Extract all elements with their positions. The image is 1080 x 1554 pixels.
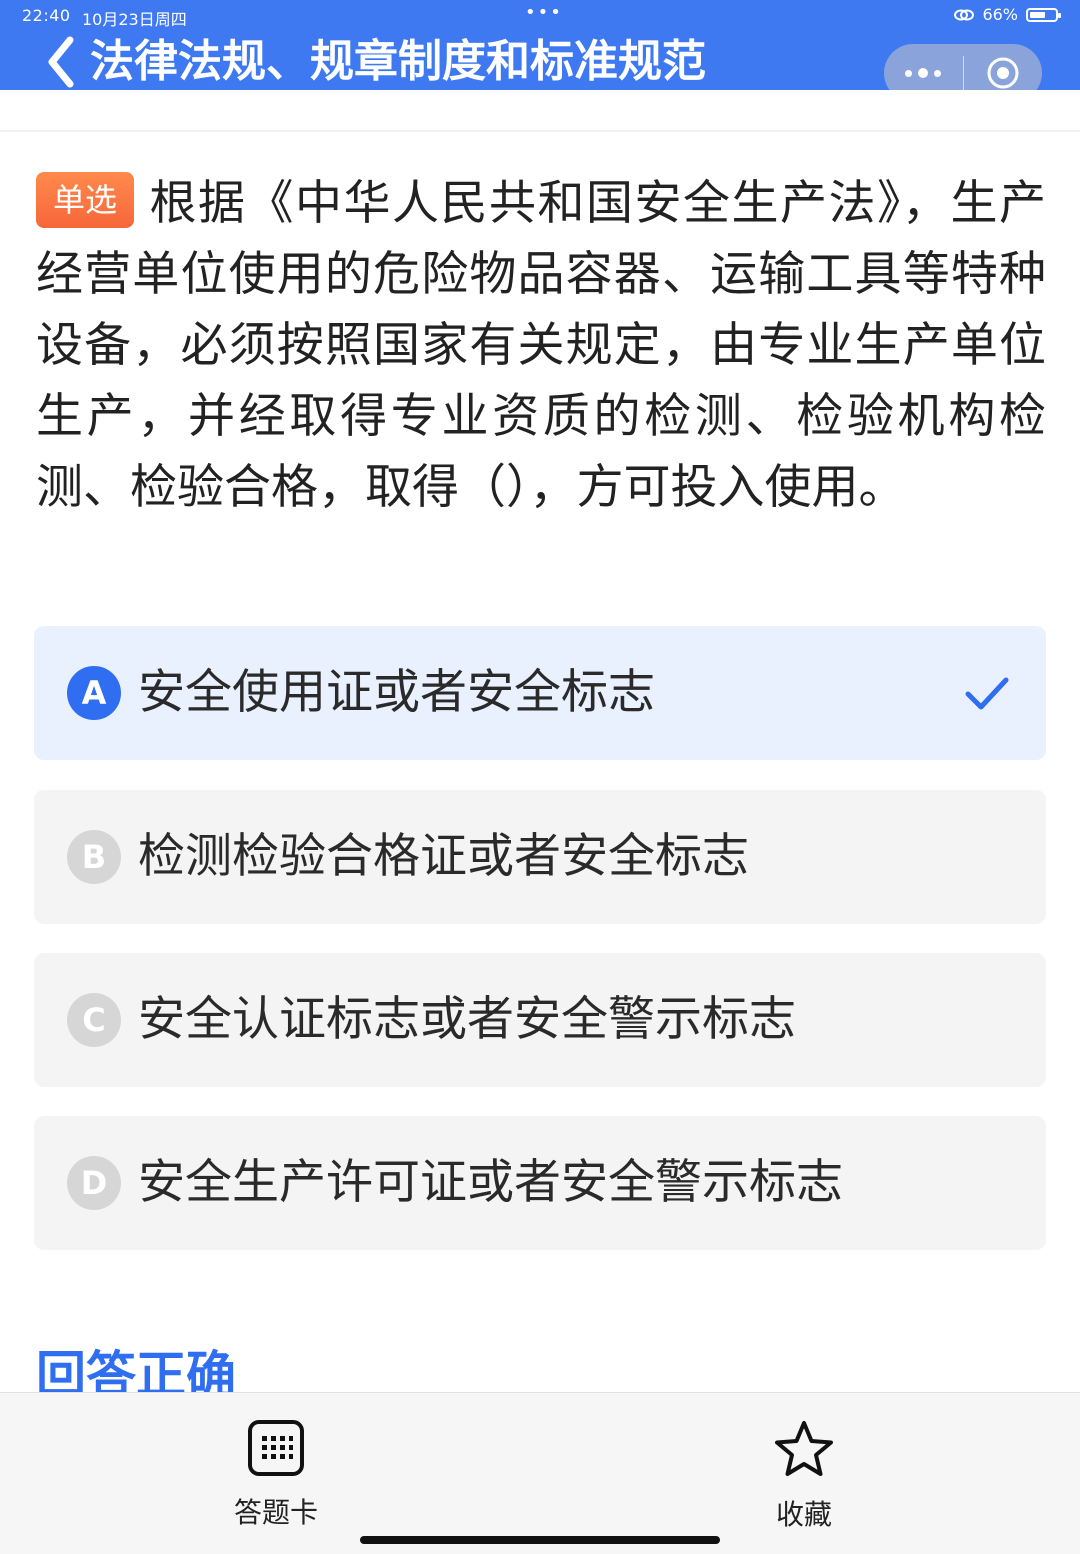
link-icon bbox=[954, 9, 975, 20]
option-letter: D bbox=[67, 1156, 121, 1210]
battery-icon bbox=[1026, 7, 1061, 22]
option-letter: C bbox=[67, 993, 121, 1047]
question-type-badge: 单选 bbox=[36, 172, 135, 228]
header-shadow-strip bbox=[0, 90, 1080, 132]
option-letter: A bbox=[67, 666, 121, 720]
question-text: 根据《中华人民共和国安全生产法》，生产经营单位使用的危险物品容器、运输工具等特种… bbox=[36, 176, 1046, 515]
check-icon bbox=[965, 677, 1009, 710]
answer-card-label: 答题卡 bbox=[233, 1496, 318, 1529]
status-right: 66% bbox=[954, 5, 1061, 24]
bottom-toolbar: 答题卡 收藏 bbox=[0, 1392, 1080, 1554]
option-text: 安全认证标志或者安全警示标志 bbox=[138, 992, 796, 1047]
grid-icon bbox=[248, 1420, 304, 1476]
header-bar: 22:40 10月23日周四 ••• 66% 法律法规、规章制度和标准规范 bbox=[0, 0, 1080, 102]
option-d[interactable]: D 安全生产许可证或者安全警示标志 bbox=[34, 1116, 1046, 1250]
home-indicator[interactable] bbox=[360, 1536, 720, 1544]
option-text: 安全使用证或者安全标志 bbox=[138, 665, 655, 720]
status-date: 10月23日周四 bbox=[82, 10, 187, 29]
favorite-button[interactable]: 收藏 bbox=[734, 1419, 874, 1533]
answer-card-button[interactable]: 答题卡 bbox=[206, 1419, 346, 1531]
status-time: 22:40 bbox=[22, 6, 71, 25]
page: 22:40 10月23日周四 ••• 66% 法律法规、规章制度和标准规范 单选… bbox=[0, 0, 1080, 1554]
multitask-dots[interactable]: ••• bbox=[525, 2, 563, 23]
option-text: 安全生产许可证或者安全警示标志 bbox=[138, 1155, 843, 1210]
option-a[interactable]: A 安全使用证或者安全标志 bbox=[34, 626, 1046, 760]
question-block: 单选 根据《中华人民共和国安全生产法》，生产经营单位使用的危险物品容器、运输工具等… bbox=[36, 168, 1046, 523]
back-icon[interactable] bbox=[46, 36, 86, 88]
page-title: 法律法规、规章制度和标准规范 bbox=[90, 36, 706, 87]
option-text: 检测检验合格证或者安全标志 bbox=[138, 829, 749, 884]
more-dot-icon bbox=[905, 69, 912, 77]
option-letter: B bbox=[67, 830, 121, 884]
option-c[interactable]: C 安全认证标志或者安全警示标志 bbox=[34, 953, 1046, 1087]
option-b[interactable]: B 检测检验合格证或者安全标志 bbox=[34, 790, 1046, 924]
battery-percent: 66% bbox=[982, 5, 1018, 24]
star-icon bbox=[775, 1421, 833, 1476]
favorite-label: 收藏 bbox=[775, 1498, 832, 1531]
target-close-icon bbox=[987, 57, 1019, 89]
